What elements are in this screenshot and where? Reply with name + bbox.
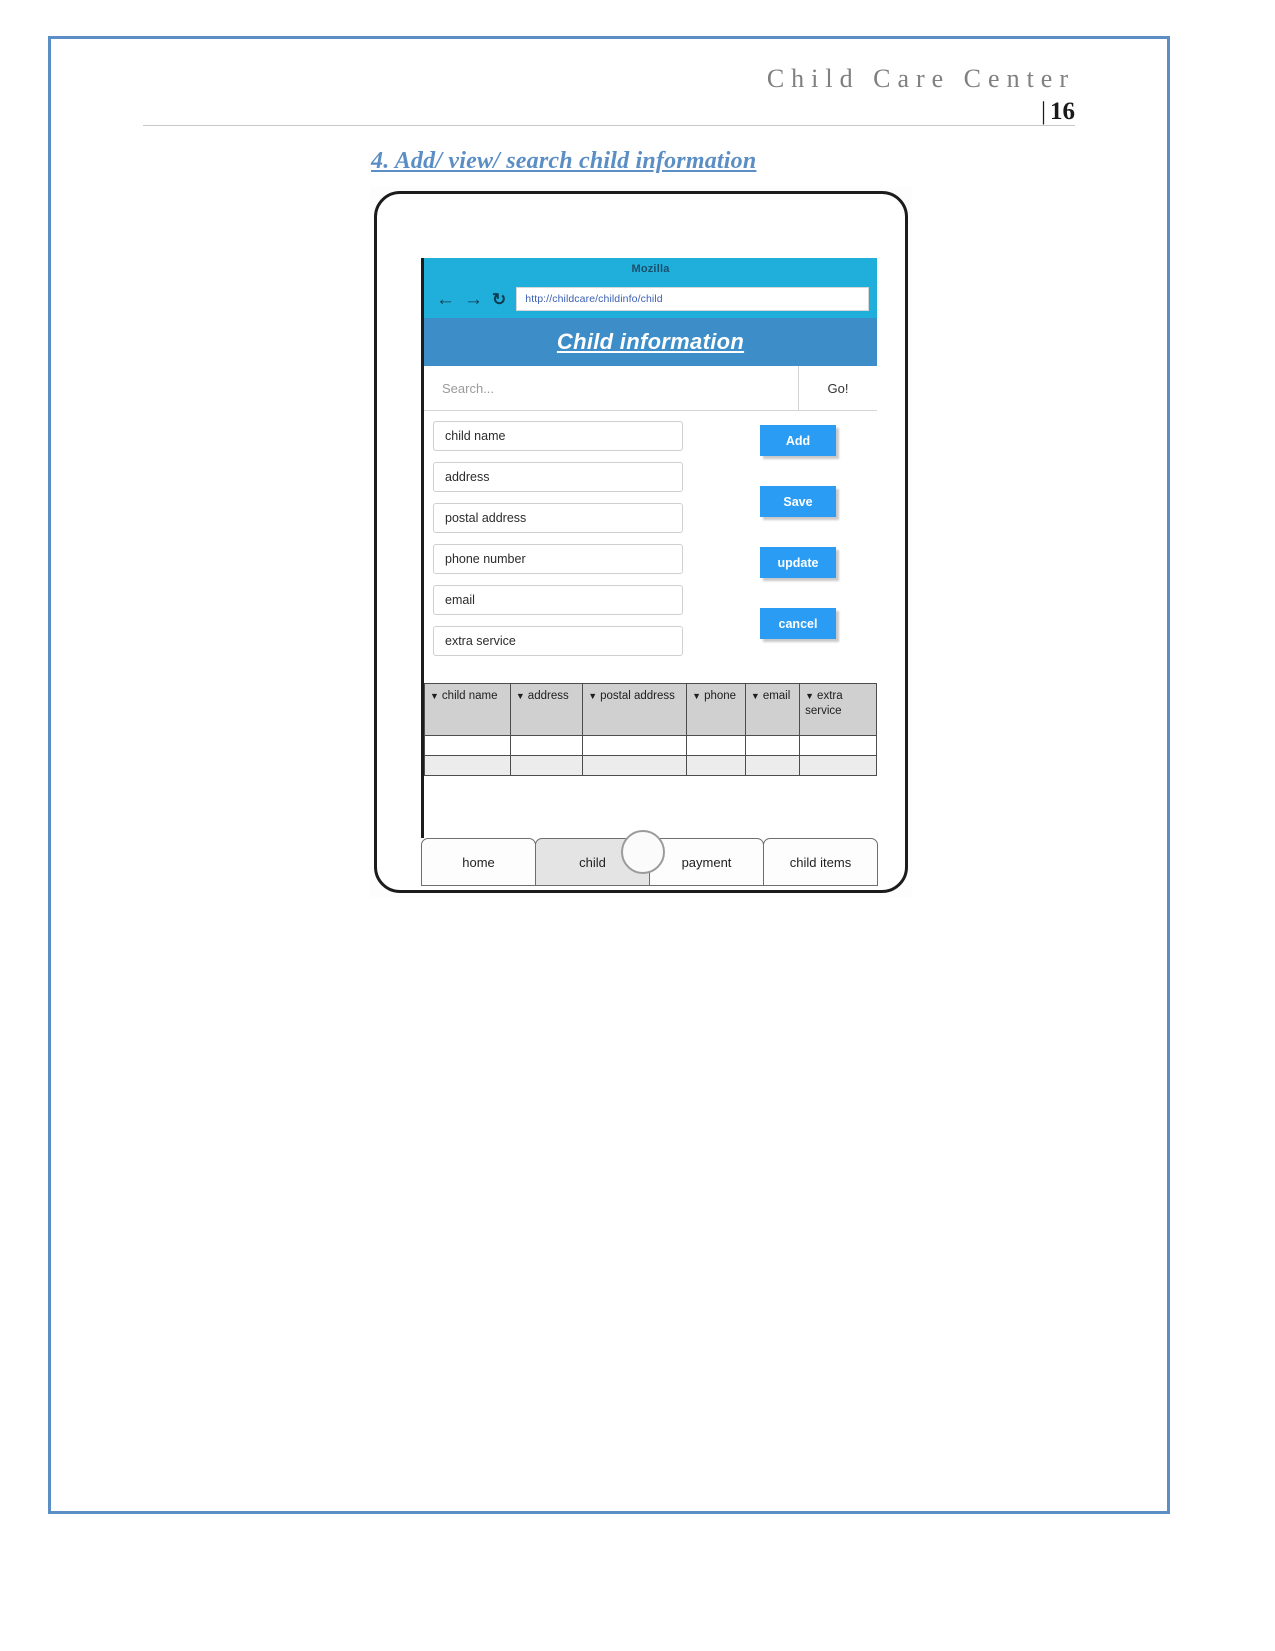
device-home-button[interactable]: [621, 830, 665, 874]
field-address[interactable]: address: [433, 462, 683, 492]
table-row[interactable]: [424, 755, 877, 776]
cancel-button[interactable]: cancel: [760, 608, 836, 639]
column-header-child-name-label: child name: [441, 690, 498, 702]
form-action-buttons: Add Save update cancel: [760, 425, 836, 669]
sort-caret-icon: ▼: [588, 691, 598, 701]
url-bar[interactable]: http://childcare/childinfo/child: [516, 287, 869, 311]
column-header-child-name[interactable]: ▼ child name: [424, 683, 511, 736]
document-header-title: Child Care Center: [766, 64, 1075, 93]
tablet-device-mockup: Mozilla ← → ↻ http://childcare/childinfo…: [370, 187, 912, 897]
child-form-area: child name address postal address phone …: [424, 411, 877, 683]
tab-child-items[interactable]: child items: [763, 838, 878, 886]
search-input[interactable]: Search...: [424, 366, 799, 410]
column-header-email-label: email: [762, 690, 791, 702]
table-cell: [509, 755, 584, 776]
forward-arrow-icon[interactable]: →: [464, 290, 483, 309]
field-email-label: email: [445, 593, 475, 607]
child-results-table: ▼ child name ▼ address ▼ postal address ▼ ph…: [424, 683, 877, 776]
table-cell: [424, 755, 511, 776]
search-placeholder: Search...: [442, 380, 495, 396]
field-phone-number[interactable]: phone number: [433, 544, 683, 574]
sort-caret-icon: ▼: [515, 691, 525, 701]
table-cell: [744, 755, 801, 776]
field-phone-number-label: phone number: [445, 552, 526, 566]
page-number-block: | 16: [140, 97, 1075, 127]
browser-nav-icons: ← → ↻: [436, 290, 506, 309]
page-title: Child information: [556, 329, 745, 354]
browser-window: Mozilla ← → ↻ http://childcare/childinfo…: [421, 258, 877, 838]
table-cell: [509, 735, 584, 756]
table-cell: [582, 755, 688, 776]
table-cell: [744, 735, 801, 756]
table-header-row: ▼ child name ▼ address ▼ postal address ▼ ph…: [424, 683, 877, 736]
column-header-phone[interactable]: ▼ phone: [686, 683, 746, 736]
field-child-name[interactable]: child name: [433, 421, 683, 451]
table-cell: [799, 755, 877, 776]
sort-caret-icon: ▼: [805, 691, 815, 701]
column-header-postal-address[interactable]: ▼ postal address: [582, 683, 688, 736]
table-row[interactable]: [424, 735, 877, 756]
column-header-postal-address-label: postal address: [600, 690, 675, 702]
column-header-address[interactable]: ▼ address: [509, 683, 584, 736]
sort-caret-icon: ▼: [750, 691, 760, 701]
browser-titlebar: Mozilla: [424, 258, 877, 280]
column-header-address-label: address: [527, 690, 569, 702]
back-arrow-icon[interactable]: ←: [436, 290, 455, 309]
add-button[interactable]: Add: [760, 425, 836, 456]
page-number: 16: [1050, 98, 1075, 125]
field-postal-address-label: postal address: [445, 511, 527, 525]
tab-payment[interactable]: payment: [649, 838, 764, 886]
browser-navigation-bar: ← → ↻ http://childcare/childinfo/child: [424, 280, 877, 318]
section-heading: 4. Add/ view/ search child information: [371, 148, 757, 174]
table-cell: [424, 735, 511, 756]
field-email[interactable]: email: [433, 585, 683, 615]
update-button[interactable]: update: [760, 547, 836, 578]
search-go-label: Go!: [827, 380, 849, 396]
sort-caret-icon: ▼: [692, 691, 702, 701]
document-header: Child Care Center | 16: [140, 62, 1075, 127]
url-text: http://childcare/childinfo/child: [525, 293, 663, 305]
table-cell: [582, 735, 688, 756]
search-row: Search... Go!: [424, 366, 877, 411]
column-header-email[interactable]: ▼ email: [744, 683, 801, 736]
save-button[interactable]: Save: [760, 486, 836, 517]
tablet-bezel: Mozilla ← → ↻ http://childcare/childinfo…: [374, 191, 908, 893]
column-header-phone-label: phone: [704, 690, 737, 702]
field-child-name-label: child name: [445, 429, 506, 443]
field-postal-address[interactable]: postal address: [433, 503, 683, 533]
app-banner: Child information: [424, 318, 877, 366]
field-address-label: address: [445, 470, 490, 484]
search-go-button[interactable]: Go!: [799, 366, 877, 410]
sort-caret-icon: ▼: [430, 691, 439, 701]
page-number-separator: |: [1040, 98, 1046, 125]
column-header-extra-service[interactable]: ▼ extra service: [799, 683, 877, 736]
header-divider-rule: [143, 125, 1075, 126]
table-cell: [686, 735, 746, 756]
table-cell: [799, 735, 877, 756]
tab-home[interactable]: home: [421, 838, 536, 886]
field-extra-service-label: extra service: [445, 634, 516, 648]
table-cell: [686, 755, 746, 776]
reload-icon[interactable]: ↻: [492, 290, 506, 309]
form-fields-column: child name address postal address phone …: [433, 421, 683, 667]
field-extra-service[interactable]: extra service: [433, 626, 683, 656]
